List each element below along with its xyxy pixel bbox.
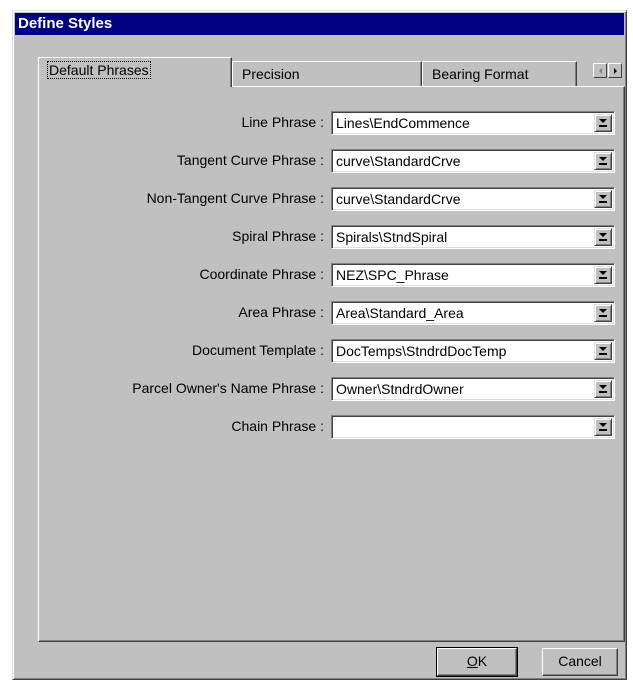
line-phrase-combo[interactable]: Lines\EndCommence	[331, 111, 615, 135]
parcel-owner-name-phrase-combo[interactable]: Owner\StndrdOwner	[331, 377, 615, 401]
tab-bearing-format[interactable]: Bearing Format	[422, 61, 577, 87]
coordinate-phrase-row: Coordinate Phrase : NEZ\SPC_Phrase	[39, 263, 624, 287]
tab-label: Precision	[242, 66, 300, 82]
chain-phrase-row: Chain Phrase :	[39, 415, 624, 439]
field-label: Parcel Owner's Name Phrase :	[132, 380, 324, 396]
field-label: Document Template :	[191, 342, 324, 358]
chevron-down-icon[interactable]	[594, 418, 612, 436]
cancel-label: Cancel	[558, 653, 602, 669]
chevron-down-icon[interactable]	[594, 228, 612, 246]
document-template-row: Document Template : DocTemps\StndrdDocTe…	[39, 339, 624, 363]
tab-label: Default Phrases	[47, 61, 151, 79]
coordinate-phrase-combo[interactable]: NEZ\SPC_Phrase	[331, 263, 615, 287]
field-label: Area Phrase :	[238, 304, 324, 320]
combo-value: Owner\StndrdOwner	[336, 381, 464, 397]
tangent-curve-phrase-combo[interactable]: curve\StandardCrve	[331, 149, 615, 173]
ok-button[interactable]: OK	[436, 647, 518, 677]
define-styles-dialog: Define Styles Default Phrases Precision …	[12, 10, 627, 680]
window-title: Define Styles	[18, 15, 113, 32]
field-label: Spiral Phrase :	[232, 228, 324, 244]
field-label: Tangent Curve Phrase :	[176, 152, 324, 168]
chevron-down-icon[interactable]	[594, 304, 612, 322]
ok-label-rest: K	[477, 653, 488, 669]
spiral-phrase-row: Spiral Phrase : Spirals\StndSpiral	[39, 225, 624, 249]
chevron-down-icon[interactable]	[594, 266, 612, 284]
tab-precision[interactable]: Precision	[232, 61, 422, 87]
tab-default-phrases[interactable]: Default Phrases	[38, 57, 232, 87]
tab-label: Bearing Format	[432, 66, 529, 82]
non-tangent-curve-phrase-row: Non-Tangent Curve Phrase : curve\Standar…	[39, 187, 624, 211]
tab-scroll-buttons	[593, 63, 623, 80]
combo-value: curve\StandardCrve	[336, 191, 461, 207]
tangent-curve-phrase-row: Tangent Curve Phrase : curve\StandardCrv…	[39, 149, 624, 173]
document-template-combo[interactable]: DocTemps\StndrdDocTemp	[331, 339, 615, 363]
spiral-phrase-combo[interactable]: Spirals\StndSpiral	[331, 225, 615, 249]
title-bar: Define Styles	[15, 13, 624, 35]
chevron-down-icon[interactable]	[594, 342, 612, 360]
area-phrase-row: Area Phrase : Area\Standard_Area	[39, 301, 624, 325]
ok-mnemonic: O	[466, 653, 478, 669]
field-label: Line Phrase :	[241, 114, 325, 130]
chain-phrase-combo[interactable]	[331, 415, 615, 439]
field-label: Chain Phrase :	[231, 418, 324, 434]
combo-value: DocTemps\StndrdDocTemp	[336, 343, 507, 359]
field-label: Coordinate Phrase :	[199, 266, 324, 282]
area-phrase-combo[interactable]: Area\Standard_Area	[331, 301, 615, 325]
parcel-owner-name-phrase-row: Parcel Owner's Name Phrase : Owner\Stndr…	[39, 377, 624, 401]
combo-value: Lines\EndCommence	[336, 115, 470, 131]
chevron-down-icon[interactable]	[594, 190, 612, 208]
arrow-right-icon[interactable]	[608, 63, 622, 78]
chevron-down-icon[interactable]	[594, 380, 612, 398]
combo-value: curve\StandardCrve	[336, 153, 461, 169]
combo-value: NEZ\SPC_Phrase	[336, 267, 449, 283]
cancel-button[interactable]: Cancel	[542, 648, 618, 676]
combo-value: Spirals\StndSpiral	[336, 229, 448, 245]
chevron-down-icon[interactable]	[594, 114, 612, 132]
line-phrase-row: Line Phrase : Lines\EndCommence	[39, 111, 624, 135]
combo-value: Area\Standard_Area	[336, 305, 464, 321]
chevron-down-icon[interactable]	[594, 152, 612, 170]
arrow-left-icon[interactable]	[593, 63, 607, 78]
non-tangent-curve-phrase-combo[interactable]: curve\StandardCrve	[331, 187, 615, 211]
default-phrases-panel: Line Phrase : Lines\EndCommence Tangent …	[38, 86, 625, 642]
field-label: Non-Tangent Curve Phrase :	[146, 190, 324, 206]
